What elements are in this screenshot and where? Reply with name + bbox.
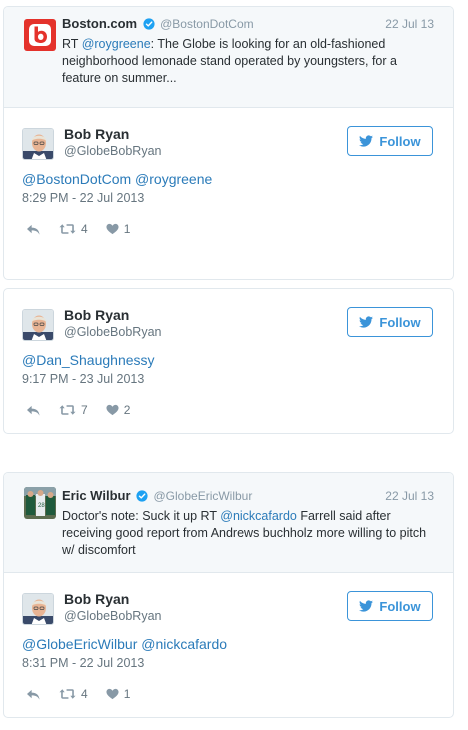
author-avatar[interactable] (22, 593, 54, 625)
tweet-main: Bob Ryan @GlobeBobRyan Follow @Dan_Shaug… (4, 289, 453, 429)
heart-icon (106, 688, 119, 700)
author-handle[interactable]: @GlobeBobRyan (64, 609, 161, 623)
author-avatar[interactable] (22, 128, 54, 160)
tweet-text[interactable]: @BostonDotCom @roygreene (22, 170, 435, 188)
retweet-count: 7 (81, 403, 88, 417)
retweet-icon (59, 688, 76, 700)
retweet-count: 4 (81, 687, 88, 701)
verified-badge-icon (143, 18, 155, 34)
tweet-text[interactable]: @GlobeEricWilbur @nickcafardo (22, 635, 435, 653)
quoted-tweet-header: Eric Wilbur @GlobeEricWilbur (62, 488, 435, 506)
quoted-text-prefix: RT (62, 37, 82, 51)
like-count: 1 (123, 222, 131, 236)
tweet-actions: 4 1 (22, 220, 435, 238)
author-name[interactable]: Bob Ryan (64, 307, 129, 323)
retweet-button[interactable]: 4 (59, 687, 88, 701)
twitter-bird-icon (359, 135, 373, 147)
follow-button-label: Follow (379, 314, 421, 330)
embedded-tweet-card: Eric Wilbur @GlobeEricWilbur 22 Jul 13 D… (3, 472, 454, 718)
quoted-tweet[interactable]: Eric Wilbur @GlobeEricWilbur 22 Jul 13 D… (4, 473, 453, 573)
eric-wilbur-avatar[interactable] (24, 487, 56, 519)
follow-button-label: Follow (379, 598, 421, 614)
reply-button[interactable] (26, 223, 41, 236)
like-button[interactable]: 1 (106, 222, 131, 236)
like-button[interactable]: 1 (106, 687, 131, 701)
author-handle[interactable]: @GlobeBobRyan (64, 325, 161, 339)
tweet-text[interactable]: @Dan_Shaughnessy (22, 351, 435, 369)
follow-button[interactable]: Follow (347, 126, 433, 156)
quoted-tweet-text: Doctor's note: Suck it up RT @nickcafard… (62, 508, 435, 559)
tweet-main: Bob Ryan @GlobeBobRyan Follow @GlobeEric… (4, 573, 453, 713)
tweet-timestamp[interactable]: 9:17 PM - 23 Jul 2013 (22, 371, 435, 387)
tweet-main: Bob Ryan @GlobeBobRyan Follow @BostonDot… (4, 108, 453, 248)
tweet-timestamp[interactable]: 8:29 PM - 22 Jul 2013 (22, 190, 435, 206)
retweet-icon (59, 404, 76, 416)
author-handle[interactable]: @GlobeBobRyan (64, 144, 161, 158)
tweet-timestamp[interactable]: 8:31 PM - 22 Jul 2013 (22, 655, 435, 671)
reply-icon (26, 404, 41, 417)
mention-link[interactable]: @nickcafardo (220, 509, 297, 523)
verified-badge-icon (136, 490, 148, 506)
quoted-author-handle[interactable]: @GlobeEricWilbur (153, 489, 252, 503)
heart-icon (106, 404, 119, 416)
reply-icon (26, 223, 41, 236)
like-count: 2 (123, 403, 131, 417)
retweet-button[interactable]: 7 (59, 403, 88, 417)
tweet-actions: 7 2 (22, 401, 435, 419)
author-name[interactable]: Bob Ryan (64, 126, 129, 142)
like-count: 1 (123, 687, 131, 701)
quoted-tweet-date[interactable]: 22 Jul 13 (385, 17, 434, 31)
like-button[interactable]: 2 (106, 403, 131, 417)
author-name[interactable]: Bob Ryan (64, 591, 129, 607)
quoted-author-name[interactable]: Eric Wilbur (62, 488, 131, 503)
retweet-button[interactable]: 4 (59, 222, 88, 236)
mention-link[interactable]: @roygreene (82, 37, 151, 51)
quoted-author-name[interactable]: Boston.com (62, 16, 137, 31)
retweet-count: 4 (81, 222, 88, 236)
quoted-tweet-date[interactable]: 22 Jul 13 (385, 489, 434, 503)
follow-button-label: Follow (379, 133, 421, 149)
reply-button[interactable] (26, 404, 41, 417)
quoted-text-prefix: Doctor's note: Suck it up RT (62, 509, 221, 523)
retweet-icon (59, 223, 76, 235)
heart-icon (106, 223, 119, 235)
boston-logo-avatar[interactable] (24, 19, 56, 51)
quoted-tweet-header: Boston.com @BostonDotCom (62, 16, 435, 34)
follow-button[interactable]: Follow (347, 591, 433, 621)
reply-icon (26, 688, 41, 701)
tweet-actions: 4 1 (22, 685, 435, 703)
embedded-tweet-card: Boston.com @BostonDotCom 22 Jul 13 RT @r… (3, 6, 454, 280)
reply-button[interactable] (26, 688, 41, 701)
follow-button[interactable]: Follow (347, 307, 433, 337)
embedded-tweet-card: Bob Ryan @GlobeBobRyan Follow @Dan_Shaug… (3, 288, 454, 434)
quoted-tweet-text: RT @roygreene: The Globe is looking for … (62, 36, 435, 87)
quoted-author-handle[interactable]: @BostonDotCom (160, 17, 254, 31)
twitter-bird-icon (359, 600, 373, 612)
quoted-tweet[interactable]: Boston.com @BostonDotCom 22 Jul 13 RT @r… (4, 7, 453, 108)
author-avatar[interactable] (22, 309, 54, 341)
twitter-bird-icon (359, 316, 373, 328)
